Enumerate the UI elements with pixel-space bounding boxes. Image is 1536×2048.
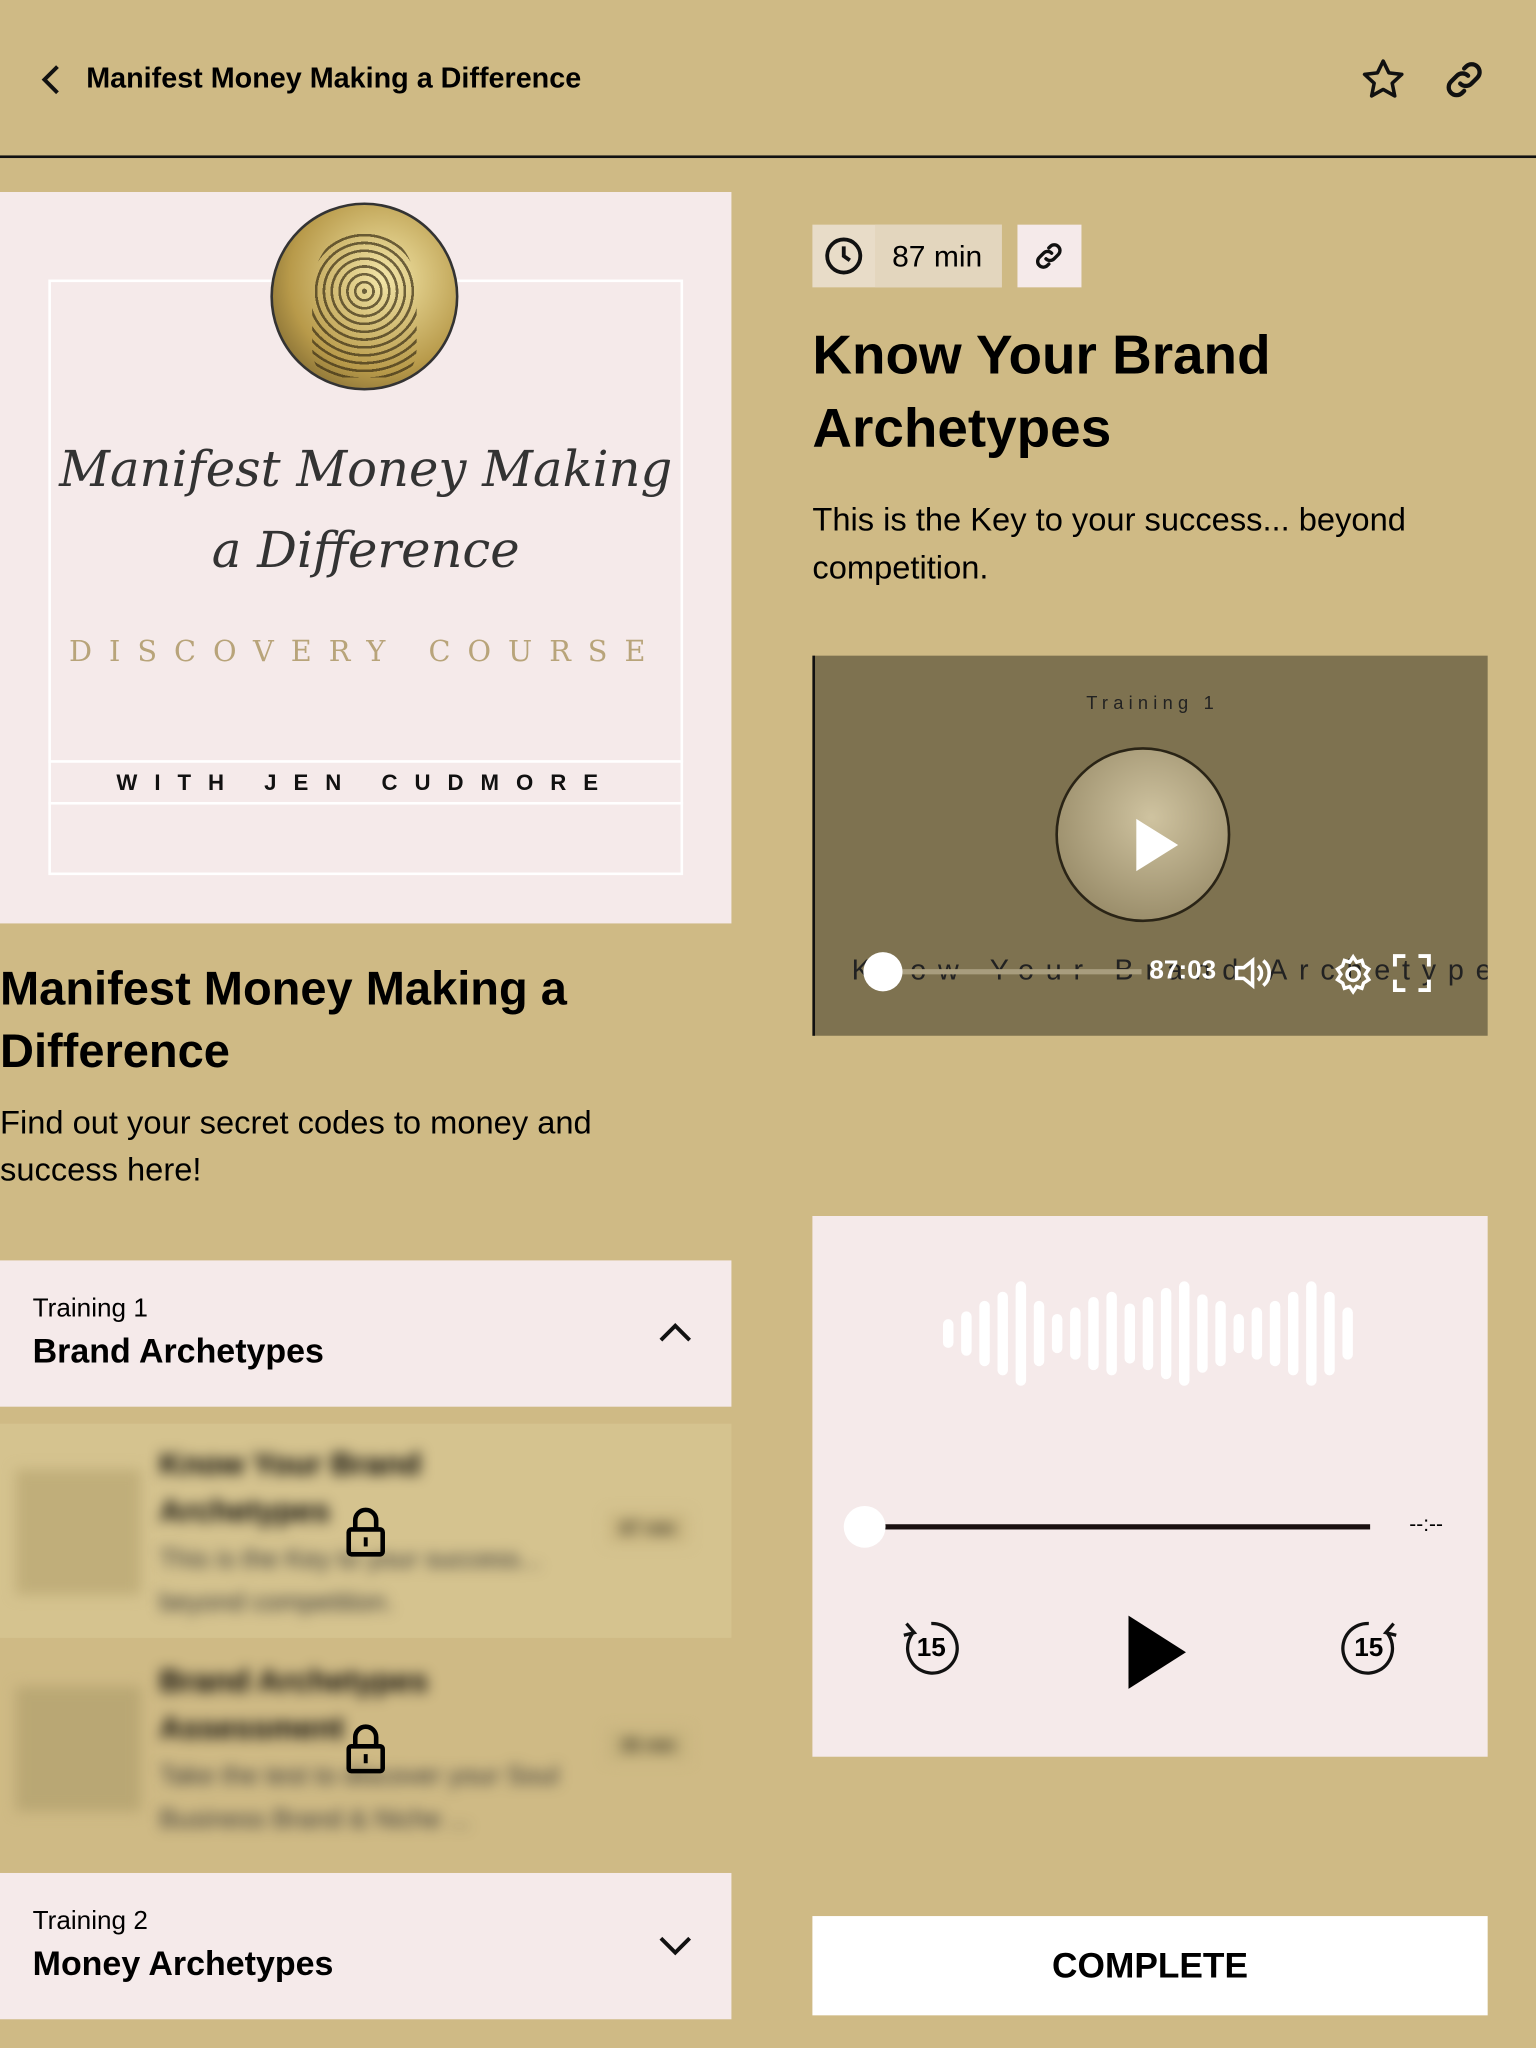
lesson-duration: 35 min [607, 1729, 689, 1761]
waveform-bar [1233, 1313, 1244, 1354]
skip-forward-label: 15 [1354, 1633, 1384, 1663]
video-player[interactable]: Training 1 Know Your Brand Archetypes 87… [812, 655, 1488, 1036]
video-overlay-title: Training 1 [1086, 692, 1220, 714]
section-label: Training 1 [32, 1294, 148, 1324]
course-cover-image: Manifest Money Making a Difference DISCO… [0, 191, 732, 924]
top-bar: Manifest Money Making a Difference [0, 0, 1536, 159]
book-icon [15, 1469, 142, 1595]
complete-button[interactable]: COMPLETE [812, 1916, 1488, 2016]
skip-forward-button[interactable]: 15 [1336, 1616, 1401, 1681]
lesson-description: This is the Key to your success... beyon… [812, 501, 1406, 587]
waveform-bar [961, 1311, 972, 1356]
page-title: Manifest Money Making a Difference [86, 61, 582, 95]
lesson-duration: 87 min [607, 1512, 689, 1544]
link-icon[interactable] [1441, 56, 1488, 103]
lesson-title: Know Your Brand Archetypes [812, 319, 1270, 465]
link-icon [1036, 243, 1062, 269]
video-seek-handle[interactable] [863, 952, 903, 992]
section-training-2[interactable]: Training 2 Money Archetypes [0, 1872, 732, 2020]
lesson-title-line: Archetypes [812, 397, 1112, 459]
duration-badge: 87 min [812, 224, 1002, 288]
cover-script-subtitle: a Difference [211, 521, 520, 579]
audio-seek-handle[interactable] [843, 1505, 886, 1548]
section-title: Money Archetypes [32, 1943, 334, 1983]
section-title: Brand Archetypes [32, 1330, 324, 1371]
waveform-bar [1142, 1296, 1154, 1371]
leopard-logo [270, 202, 459, 391]
section-training-1[interactable]: Training 1 Brand Archetypes [0, 1260, 732, 1407]
course-title: Manifest Money Making a Difference [0, 961, 567, 1078]
lock-icon [346, 1507, 385, 1557]
copy-link-button[interactable] [1017, 224, 1082, 288]
star-icon[interactable] [1360, 56, 1407, 103]
waveform-bar [1124, 1303, 1136, 1364]
fullscreen-icon[interactable] [1392, 953, 1431, 992]
play-icon[interactable] [1134, 816, 1181, 873]
course-description: Find out your secret codes to money and … [0, 1104, 592, 1189]
chevron-left-icon[interactable] [37, 63, 66, 97]
lesson-title-line: Know Your Brand [812, 323, 1271, 386]
audio-player: --:-- 15 15 [812, 1215, 1488, 1757]
settings-icon[interactable] [1332, 953, 1374, 995]
waveform-bar [1269, 1300, 1281, 1367]
cover-subtitle: DISCOVERY COURSE [68, 636, 663, 669]
waveform-bar [1215, 1300, 1226, 1367]
waveform-bar [1251, 1307, 1263, 1360]
lesson-item[interactable]: Brand Archetypes Assessment Take the tes… [0, 1640, 731, 1854]
waveform-bar [1088, 1296, 1099, 1371]
chevron-up-icon[interactable] [657, 1319, 694, 1345]
volume-icon[interactable] [1230, 953, 1274, 992]
waveform-bar [943, 1319, 954, 1348]
waveform-bar [1287, 1291, 1299, 1376]
waveform-bar [1015, 1281, 1027, 1386]
chevron-down-icon[interactable] [657, 1933, 694, 1959]
video-seek-bar[interactable] [880, 969, 1142, 975]
section-label: Training 2 [32, 1906, 148, 1936]
waveform-bar [1051, 1313, 1063, 1354]
lock-icon [346, 1724, 385, 1774]
waveform-bar [1342, 1307, 1353, 1360]
waveform-bar [1179, 1281, 1190, 1386]
lesson-title: Brand Archetypes Assessment [159, 1663, 429, 1747]
book-icon [15, 1686, 142, 1812]
waveform-bar [1324, 1291, 1335, 1376]
waveform-bar [997, 1291, 1008, 1376]
audio-time: --:-- [1409, 1513, 1443, 1536]
lesson-item[interactable]: Know Your Brand Archetypes This is the K… [0, 1423, 732, 1638]
waveform-bar [1106, 1291, 1117, 1376]
skip-back-label: 15 [916, 1633, 946, 1663]
cover-author: WITH JEN CUDMORE [116, 770, 616, 796]
video-time: 87:03 [1149, 956, 1217, 985]
skip-back-button[interactable]: 15 [899, 1616, 964, 1681]
waveform-bar [1160, 1287, 1172, 1380]
play-icon[interactable] [1126, 1613, 1189, 1691]
waveform-bar [1033, 1300, 1045, 1367]
waveform-bar [1197, 1294, 1208, 1373]
clock-icon [825, 237, 863, 275]
waveform-bar [1070, 1307, 1081, 1360]
cover-script-title: Manifest Money Making [59, 440, 673, 498]
audio-seek-bar[interactable] [864, 1524, 1371, 1530]
waveform-bar [979, 1300, 990, 1367]
waveform-icon [943, 1281, 1353, 1386]
waveform-bar [1306, 1281, 1317, 1386]
duration-text: 87 min [875, 224, 1002, 288]
lesson-title: Know Your Brand Archetypes [159, 1447, 422, 1530]
